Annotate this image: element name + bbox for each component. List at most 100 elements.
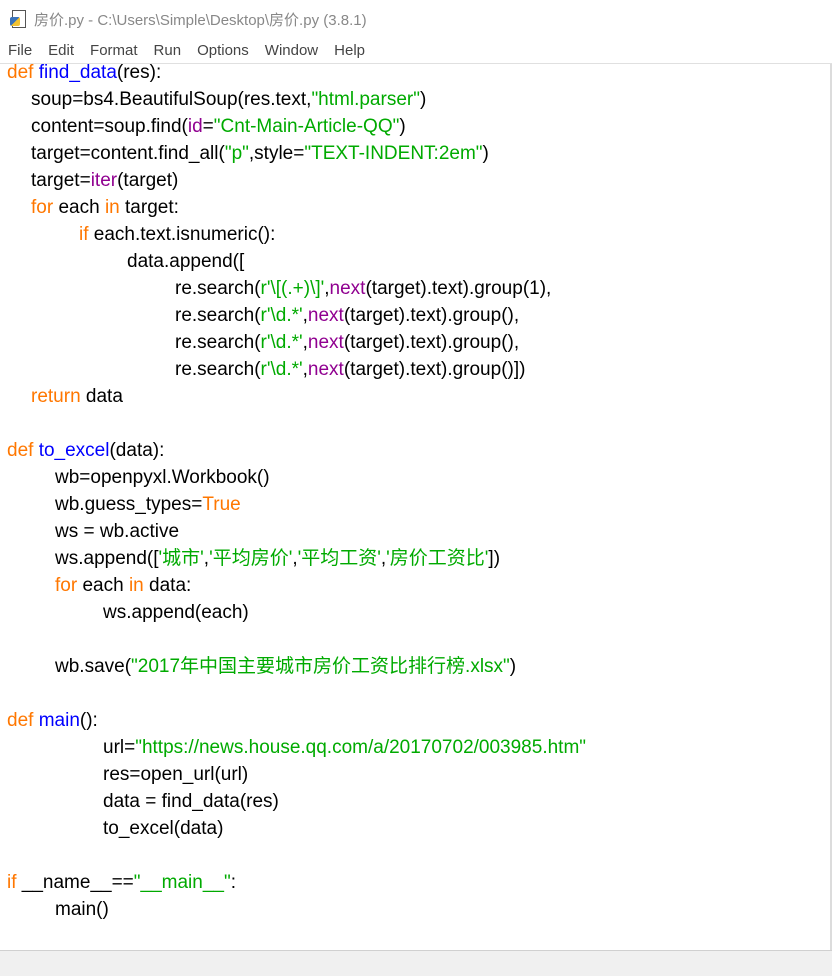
code-token: "html.parser" (311, 89, 420, 110)
code-line: def to_excel(data): (7, 437, 164, 464)
code-token: ,style= (248, 143, 305, 164)
code-line: to_excel(data) (103, 815, 223, 842)
code-token: data: (143, 575, 192, 596)
status-bar (0, 950, 832, 976)
code-token: ]) (488, 548, 501, 569)
code-token: next (307, 332, 344, 353)
menu-bar: File Edit Format Run Options Window Help (0, 38, 832, 63)
code-line: wb=openpyxl.Workbook() (55, 464, 270, 491)
code-token: main (38, 710, 80, 731)
code-token: for (31, 197, 54, 218)
code-token: target=content.find_all( (31, 143, 225, 164)
code-token: def (7, 440, 39, 461)
code-line: re.search(r'\d.*',next(target).text).gro… (175, 356, 525, 383)
code-token: ) (399, 116, 406, 137)
code-token: target: (119, 197, 179, 218)
code-token: each.text.isnumeric(): (88, 224, 276, 245)
code-token: (target).text).group()]) (343, 359, 526, 380)
code-token: re.search( (175, 359, 261, 380)
code-token: (target).text).group(), (343, 305, 520, 326)
code-line: re.search(r'\d.*',next(target).text).gro… (175, 302, 519, 329)
code-token: target= (31, 170, 91, 191)
code-token: re.search( (175, 278, 261, 299)
code-line: if __name__=="__main__": (7, 869, 236, 896)
code-token: wb.guess_types= (55, 494, 203, 515)
code-line: re.search(r'\[(.+)\]',next(target).text)… (175, 275, 551, 302)
menu-format[interactable]: Format (82, 42, 146, 59)
code-line: url="https://news.house.qq.com/a/2017070… (103, 734, 586, 761)
code-token: (res): (116, 63, 162, 83)
code-token: r'\d.*' (260, 359, 303, 380)
code-line: data = find_data(res) (103, 788, 279, 815)
code-token: each (77, 575, 129, 596)
code-token: next (329, 278, 366, 299)
code-token: (data): (109, 440, 165, 461)
code-token: (): (79, 710, 98, 731)
code-token: url= (103, 737, 136, 758)
code-line: res=open_url(url) (103, 761, 248, 788)
code-token: ws = wb.active (55, 521, 180, 542)
code-line: ws = wb.active (55, 518, 179, 545)
code-token: soup=bs4.BeautifulSoup(res.text, (31, 89, 312, 110)
code-token: res=open_url(url) (103, 764, 249, 785)
menu-file[interactable]: File (0, 42, 40, 59)
code-line: ws.append(each) (103, 599, 249, 626)
code-token: to_excel (38, 440, 110, 461)
code-token: in (104, 197, 120, 218)
code-token: r'\d.*' (260, 332, 303, 353)
menu-window[interactable]: Window (257, 42, 326, 59)
code-token: '平均工资' (297, 548, 381, 569)
code-line: target=content.find_all("p",style="TEXT-… (31, 140, 489, 167)
code-token: ) (482, 143, 489, 164)
code-token: "p" (224, 143, 249, 164)
code-line: data.append([ (127, 248, 244, 275)
code-token: ) (419, 89, 427, 110)
code-token: (target).text).group(), (343, 332, 520, 353)
code-line: def find_data(res): (7, 63, 162, 86)
code-token: ) (509, 656, 517, 677)
code-token: re.search( (175, 305, 261, 326)
menu-edit[interactable]: Edit (40, 42, 82, 59)
code-line: content=soup.find(id="Cnt-Main-Article-Q… (31, 113, 406, 140)
code-line: def main(): (7, 707, 98, 734)
code-token: def (7, 710, 39, 731)
code-token: '房价工资比' (386, 548, 489, 569)
code-token: (target).text).group(1), (365, 278, 552, 299)
code-token: def (7, 63, 39, 83)
code-token: ws.append([ (55, 548, 159, 569)
code-token: __name__== (16, 872, 134, 893)
code-token: re.search( (175, 332, 261, 353)
code-token: wb.save( (55, 656, 132, 677)
code-token: next (307, 359, 344, 380)
code-token: next (307, 305, 344, 326)
code-token: '平均房价' (209, 548, 293, 569)
code-token: ws.append(each) (103, 602, 249, 623)
code-token: r'\[(.+)\]' (260, 278, 325, 299)
title-bar: 房价.py - C:\Users\Simple\Desktop\房价.py (3… (0, 0, 832, 38)
code-line: soup=bs4.BeautifulSoup(res.text,"html.pa… (31, 86, 426, 113)
code-line: target=iter(target) (31, 167, 178, 194)
code-token: return (31, 386, 81, 407)
code-token: "2017年中国主要城市房价工资比排行榜.xlsx" (131, 656, 510, 677)
code-token: "__main__" (133, 872, 231, 893)
code-token: r'\d.*' (260, 305, 303, 326)
code-line: re.search(r'\d.*',next(target).text).gro… (175, 329, 519, 356)
code-token: to_excel(data) (103, 818, 224, 839)
code-token: : (230, 872, 236, 893)
code-line: wb.guess_types=True (55, 491, 241, 518)
code-line: ws.append(['城市','平均房价','平均工资','房价工资比']) (55, 545, 500, 572)
code-token: wb=openpyxl.Workbook() (55, 467, 270, 488)
code-token: "TEXT-INDENT:2em" (304, 143, 483, 164)
code-editor[interactable]: def find_data(res): soup=bs4.BeautifulSou… (0, 63, 832, 951)
code-token: '城市' (158, 548, 204, 569)
menu-options[interactable]: Options (189, 42, 257, 59)
menu-help[interactable]: Help (326, 42, 373, 59)
code-line: for each in target: (31, 194, 179, 221)
window-title: 房价.py - C:\Users\Simple\Desktop\房价.py (3… (34, 11, 367, 29)
menu-run[interactable]: Run (146, 42, 190, 59)
code-token: find_data (38, 63, 117, 83)
code-line: main() (55, 896, 109, 923)
code-line: for each in data: (55, 572, 191, 599)
code-line: wb.save("2017年中国主要城市房价工资比排行榜.xlsx") (55, 653, 516, 680)
code-token: = (202, 116, 214, 137)
